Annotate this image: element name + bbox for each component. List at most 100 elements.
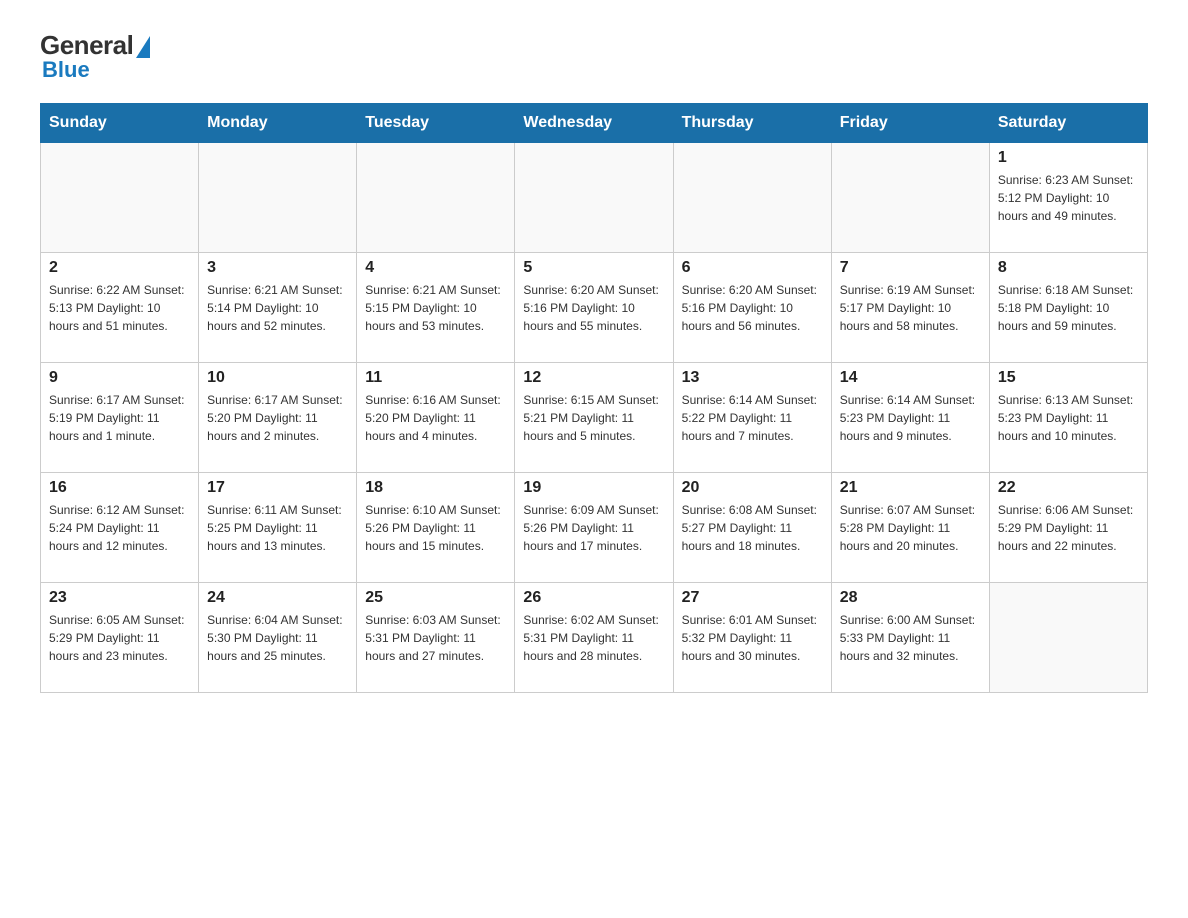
day-header-monday: Monday — [199, 104, 357, 143]
calendar-week-1: 1 Sunrise: 6:23 AM Sunset: 5:12 PM Daylig… — [41, 143, 1148, 253]
logo: General Blue — [40, 30, 150, 83]
day-info: Sunrise: 6:18 AM Sunset: 5:18 PM Dayligh… — [998, 281, 1139, 335]
calendar-cell — [989, 583, 1147, 693]
day-info: Sunrise: 6:01 AM Sunset: 5:32 PM Dayligh… — [682, 611, 823, 665]
day-number: 2 — [49, 259, 190, 277]
day-number: 15 — [998, 369, 1139, 387]
calendar-header-row: SundayMondayTuesdayWednesdayThursdayFrid… — [41, 104, 1148, 143]
day-header-wednesday: Wednesday — [515, 104, 673, 143]
day-number: 26 — [523, 589, 664, 607]
day-number: 3 — [207, 259, 348, 277]
calendar-cell: 5 Sunrise: 6:20 AM Sunset: 5:16 PM Daylig… — [515, 253, 673, 363]
day-info: Sunrise: 6:19 AM Sunset: 5:17 PM Dayligh… — [840, 281, 981, 335]
day-number: 20 — [682, 479, 823, 497]
day-header-tuesday: Tuesday — [357, 104, 515, 143]
day-number: 16 — [49, 479, 190, 497]
day-info: Sunrise: 6:14 AM Sunset: 5:23 PM Dayligh… — [840, 391, 981, 445]
calendar-week-4: 16 Sunrise: 6:12 AM Sunset: 5:24 PM Dayli… — [41, 473, 1148, 583]
day-info: Sunrise: 6:23 AM Sunset: 5:12 PM Dayligh… — [998, 171, 1139, 225]
calendar-cell: 23 Sunrise: 6:05 AM Sunset: 5:29 PM Dayli… — [41, 583, 199, 693]
calendar-cell: 21 Sunrise: 6:07 AM Sunset: 5:28 PM Dayli… — [831, 473, 989, 583]
day-info: Sunrise: 6:08 AM Sunset: 5:27 PM Dayligh… — [682, 501, 823, 555]
day-number: 14 — [840, 369, 981, 387]
calendar-cell: 16 Sunrise: 6:12 AM Sunset: 5:24 PM Dayli… — [41, 473, 199, 583]
calendar-cell: 17 Sunrise: 6:11 AM Sunset: 5:25 PM Dayli… — [199, 473, 357, 583]
day-info: Sunrise: 6:20 AM Sunset: 5:16 PM Dayligh… — [523, 281, 664, 335]
day-number: 18 — [365, 479, 506, 497]
day-info: Sunrise: 6:00 AM Sunset: 5:33 PM Dayligh… — [840, 611, 981, 665]
day-info: Sunrise: 6:12 AM Sunset: 5:24 PM Dayligh… — [49, 501, 190, 555]
day-number: 5 — [523, 259, 664, 277]
calendar-cell: 7 Sunrise: 6:19 AM Sunset: 5:17 PM Daylig… — [831, 253, 989, 363]
calendar-cell — [515, 143, 673, 253]
calendar-cell: 6Sunrise: 6:20 AM Sunset: 5:16 PM Daylig… — [673, 253, 831, 363]
day-number: 10 — [207, 369, 348, 387]
day-number: 12 — [523, 369, 664, 387]
day-number: 25 — [365, 589, 506, 607]
calendar-cell: 15Sunrise: 6:13 AM Sunset: 5:23 PM Dayli… — [989, 363, 1147, 473]
day-info: Sunrise: 6:15 AM Sunset: 5:21 PM Dayligh… — [523, 391, 664, 445]
day-number: 17 — [207, 479, 348, 497]
calendar-cell: 3 Sunrise: 6:21 AM Sunset: 5:14 PM Daylig… — [199, 253, 357, 363]
calendar-cell: 25 Sunrise: 6:03 AM Sunset: 5:31 PM Dayli… — [357, 583, 515, 693]
day-number: 1 — [998, 149, 1139, 167]
day-header-thursday: Thursday — [673, 104, 831, 143]
day-info: Sunrise: 6:07 AM Sunset: 5:28 PM Dayligh… — [840, 501, 981, 555]
calendar-cell: 22Sunrise: 6:06 AM Sunset: 5:29 PM Dayli… — [989, 473, 1147, 583]
calendar-cell — [199, 143, 357, 253]
calendar-week-3: 9 Sunrise: 6:17 AM Sunset: 5:19 PM Daylig… — [41, 363, 1148, 473]
calendar-cell: 1 Sunrise: 6:23 AM Sunset: 5:12 PM Daylig… — [989, 143, 1147, 253]
day-number: 22 — [998, 479, 1139, 497]
calendar-cell: 18 Sunrise: 6:10 AM Sunset: 5:26 PM Dayli… — [357, 473, 515, 583]
day-info: Sunrise: 6:22 AM Sunset: 5:13 PM Dayligh… — [49, 281, 190, 335]
calendar-cell: 24 Sunrise: 6:04 AM Sunset: 5:30 PM Dayli… — [199, 583, 357, 693]
day-header-friday: Friday — [831, 104, 989, 143]
calendar-cell: 8 Sunrise: 6:18 AM Sunset: 5:18 PM Daylig… — [989, 253, 1147, 363]
day-info: Sunrise: 6:05 AM Sunset: 5:29 PM Dayligh… — [49, 611, 190, 665]
day-number: 6 — [682, 259, 823, 277]
day-header-saturday: Saturday — [989, 104, 1147, 143]
day-number: 28 — [840, 589, 981, 607]
calendar-table: SundayMondayTuesdayWednesdayThursdayFrid… — [40, 103, 1148, 693]
calendar-week-2: 2 Sunrise: 6:22 AM Sunset: 5:13 PM Daylig… — [41, 253, 1148, 363]
calendar-cell: 12 Sunrise: 6:15 AM Sunset: 5:21 PM Dayli… — [515, 363, 673, 473]
calendar-cell — [831, 143, 989, 253]
logo-triangle-icon — [136, 36, 150, 58]
day-number: 21 — [840, 479, 981, 497]
day-number: 13 — [682, 369, 823, 387]
day-number: 24 — [207, 589, 348, 607]
calendar-cell: 19Sunrise: 6:09 AM Sunset: 5:26 PM Dayli… — [515, 473, 673, 583]
day-number: 23 — [49, 589, 190, 607]
calendar-week-5: 23 Sunrise: 6:05 AM Sunset: 5:29 PM Dayli… — [41, 583, 1148, 693]
day-info: Sunrise: 6:17 AM Sunset: 5:19 PM Dayligh… — [49, 391, 190, 445]
calendar-cell — [673, 143, 831, 253]
day-info: Sunrise: 6:16 AM Sunset: 5:20 PM Dayligh… — [365, 391, 506, 445]
calendar-cell: 13Sunrise: 6:14 AM Sunset: 5:22 PM Dayli… — [673, 363, 831, 473]
day-number: 7 — [840, 259, 981, 277]
day-number: 27 — [682, 589, 823, 607]
day-info: Sunrise: 6:10 AM Sunset: 5:26 PM Dayligh… — [365, 501, 506, 555]
calendar-cell: 20 Sunrise: 6:08 AM Sunset: 5:27 PM Dayli… — [673, 473, 831, 583]
day-info: Sunrise: 6:02 AM Sunset: 5:31 PM Dayligh… — [523, 611, 664, 665]
day-number: 19 — [523, 479, 664, 497]
day-info: Sunrise: 6:21 AM Sunset: 5:14 PM Dayligh… — [207, 281, 348, 335]
day-info: Sunrise: 6:11 AM Sunset: 5:25 PM Dayligh… — [207, 501, 348, 555]
day-info: Sunrise: 6:03 AM Sunset: 5:31 PM Dayligh… — [365, 611, 506, 665]
calendar-cell: 10 Sunrise: 6:17 AM Sunset: 5:20 PM Dayli… — [199, 363, 357, 473]
day-info: Sunrise: 6:04 AM Sunset: 5:30 PM Dayligh… — [207, 611, 348, 665]
day-number: 9 — [49, 369, 190, 387]
day-info: Sunrise: 6:21 AM Sunset: 5:15 PM Dayligh… — [365, 281, 506, 335]
day-number: 8 — [998, 259, 1139, 277]
day-info: Sunrise: 6:17 AM Sunset: 5:20 PM Dayligh… — [207, 391, 348, 445]
calendar-cell: 4Sunrise: 6:21 AM Sunset: 5:15 PM Daylig… — [357, 253, 515, 363]
day-number: 11 — [365, 369, 506, 387]
calendar-cell: 14 Sunrise: 6:14 AM Sunset: 5:23 PM Dayli… — [831, 363, 989, 473]
calendar-cell: 28 Sunrise: 6:00 AM Sunset: 5:33 PM Dayli… — [831, 583, 989, 693]
logo-blue-text: Blue — [42, 57, 90, 83]
calendar-cell: 26 Sunrise: 6:02 AM Sunset: 5:31 PM Dayli… — [515, 583, 673, 693]
page-header: General Blue — [40, 30, 1148, 83]
day-header-sunday: Sunday — [41, 104, 199, 143]
calendar-cell: 9 Sunrise: 6:17 AM Sunset: 5:19 PM Daylig… — [41, 363, 199, 473]
calendar-cell — [357, 143, 515, 253]
calendar-cell — [41, 143, 199, 253]
